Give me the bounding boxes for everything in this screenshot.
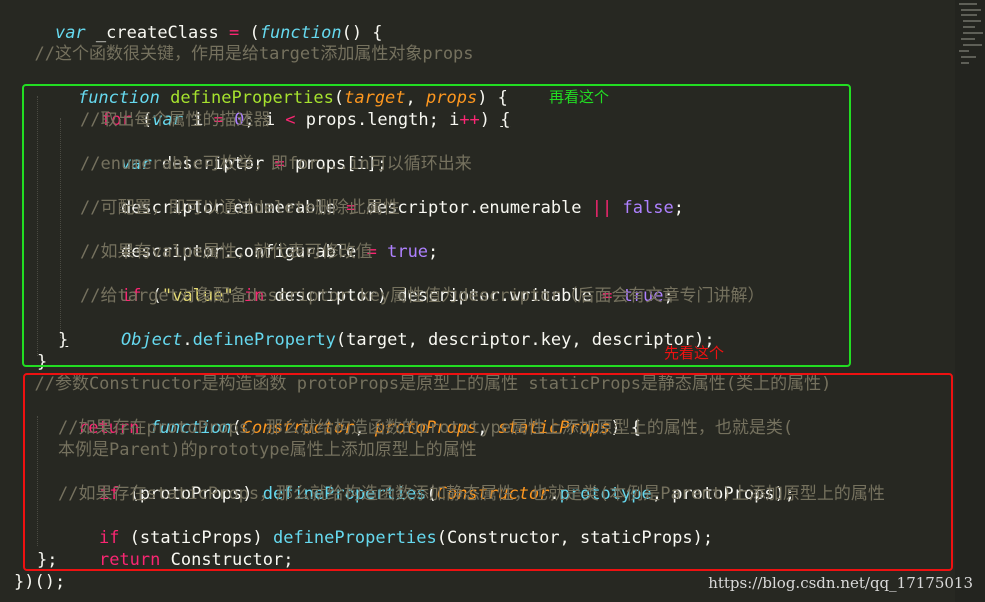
code-comment: //这个函数很关键，作用是给target添加属性对象props: [14, 44, 474, 64]
minimap-line: [963, 44, 982, 46]
red-highlight-box: [23, 373, 953, 571]
green-highlight-box: [22, 84, 851, 367]
code-line-27: })();: [14, 572, 66, 592]
minimap-line: [959, 50, 969, 52]
minimap-line: [963, 20, 981, 22]
minimap[interactable]: [955, 0, 985, 602]
punct: (: [239, 23, 260, 43]
minimap-line: [961, 38, 975, 40]
minimap-line: [961, 14, 977, 16]
operator: =: [228, 23, 240, 43]
minimap-line: [961, 62, 969, 64]
minimap-line: [963, 26, 975, 28]
code-line-1: var _createClass = (function() {: [14, 0, 383, 43]
red-annotation-label: 先看这个: [664, 344, 725, 362]
minimap-line: [963, 32, 983, 34]
green-annotation-label: 再看这个: [549, 88, 610, 106]
keyword-var: var: [54, 23, 86, 43]
identifier: _createClass: [85, 23, 229, 43]
minimap-line: [959, 3, 977, 5]
keyword-function: function: [259, 23, 342, 43]
minimap-line: [961, 9, 981, 11]
punct: () {: [341, 23, 383, 43]
minimap-line: [961, 56, 976, 58]
code-editor[interactable]: var _createClass = (function() { //这个函数很…: [0, 0, 955, 602]
watermark: https://blog.csdn.net/qq_17175013: [708, 574, 973, 592]
